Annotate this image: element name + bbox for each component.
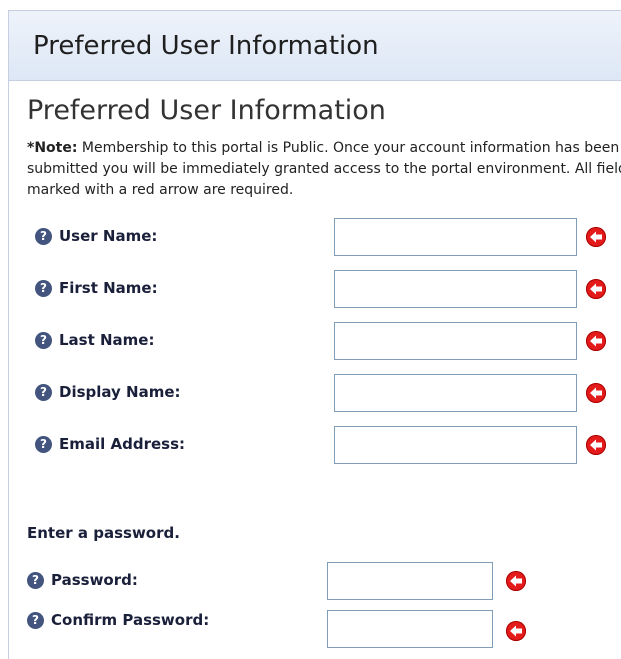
required-arrow-icon xyxy=(586,435,606,455)
display-name-input[interactable] xyxy=(334,374,577,412)
first-name-row: ? First Name: xyxy=(9,270,621,310)
help-icon[interactable]: ? xyxy=(35,384,52,401)
email-address-row: ? Email Address: xyxy=(9,426,621,466)
note-text: Membership to this portal is Public. Onc… xyxy=(27,140,621,198)
last-name-row: ? Last Name: xyxy=(9,322,621,362)
panel-title: Preferred User Information xyxy=(33,31,379,61)
confirm-password-row: ? Confirm Password: xyxy=(9,610,621,650)
note-label: *Note: xyxy=(27,140,78,156)
help-icon[interactable]: ? xyxy=(35,228,52,245)
required-arrow-icon xyxy=(586,331,606,351)
required-arrow-icon xyxy=(586,279,606,299)
required-arrow-icon xyxy=(506,571,526,591)
first-name-label: First Name: xyxy=(59,279,158,297)
password-section-heading: Enter a password. xyxy=(27,524,180,542)
help-icon[interactable]: ? xyxy=(35,332,52,349)
user-name-label: User Name: xyxy=(59,227,158,245)
password-row: ? Password: xyxy=(9,562,621,602)
user-name-input[interactable] xyxy=(334,218,577,256)
help-icon[interactable]: ? xyxy=(27,612,44,629)
display-name-label: Display Name: xyxy=(59,383,181,401)
email-address-label: Email Address: xyxy=(59,435,186,453)
required-arrow-icon xyxy=(506,621,526,641)
first-name-input[interactable] xyxy=(334,270,577,308)
confirm-password-input[interactable] xyxy=(327,610,493,648)
required-arrow-icon xyxy=(586,383,606,403)
membership-note: *Note: Membership to this portal is Publ… xyxy=(27,138,621,201)
last-name-input[interactable] xyxy=(334,322,577,360)
password-input[interactable] xyxy=(327,562,493,600)
help-icon[interactable]: ? xyxy=(27,572,44,589)
form-heading: Preferred User Information xyxy=(27,95,386,126)
help-icon[interactable]: ? xyxy=(35,436,52,453)
required-arrow-icon xyxy=(586,227,606,247)
password-label: Password: xyxy=(51,571,138,589)
help-icon[interactable]: ? xyxy=(35,280,52,297)
registration-panel: Preferred User Information Preferred Use… xyxy=(8,10,621,659)
user-name-row: ? User Name: xyxy=(9,218,621,258)
email-address-input[interactable] xyxy=(334,426,577,464)
display-name-row: ? Display Name: xyxy=(9,374,621,414)
last-name-label: Last Name: xyxy=(59,331,155,349)
confirm-password-label: Confirm Password: xyxy=(51,611,210,629)
